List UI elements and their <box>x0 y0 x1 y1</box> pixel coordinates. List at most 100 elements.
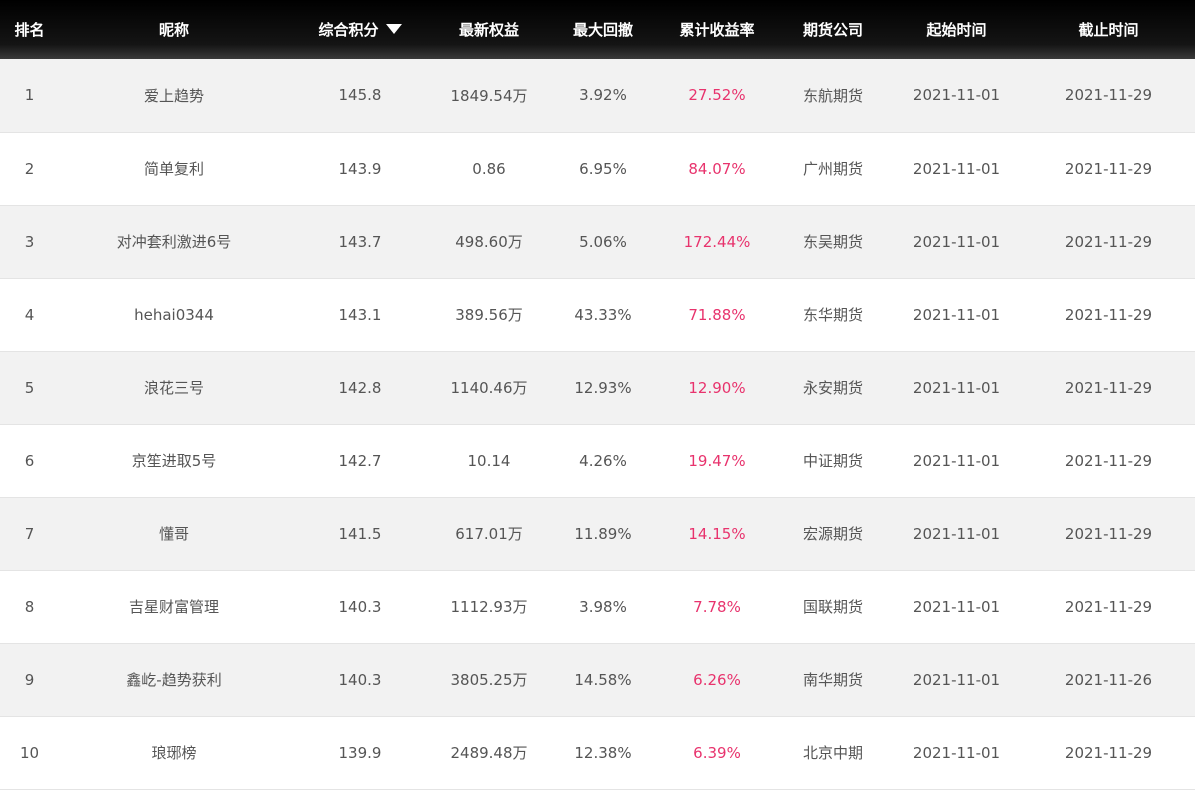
cell-start: 2021-11-01 <box>912 597 1001 616</box>
cell-return: 84.07% <box>688 159 746 178</box>
cell-company: 中证期货 <box>802 452 863 470</box>
cell-nickname[interactable]: 浪花三号 <box>59 351 289 424</box>
cell-drawdown: 3.92% <box>579 86 627 105</box>
cell-rank: 5 <box>24 378 35 397</box>
cell-equity: 2489.48万 <box>450 744 528 762</box>
cell-drawdown: 12.38% <box>574 743 632 762</box>
cell-equity: 1849.54万 <box>450 86 528 105</box>
cell-drawdown: 4.26% <box>579 451 627 470</box>
cell-drawdown: 12.93% <box>574 378 632 397</box>
cell-equity: 389.56万 <box>455 306 523 324</box>
cell-end: 2021-11-29 <box>1064 524 1153 543</box>
cell-equity: 1112.93万 <box>450 598 528 616</box>
cell-score: 142.8 <box>338 378 382 397</box>
cell-drawdown: 6.95% <box>579 159 627 178</box>
cell-end: 2021-11-29 <box>1064 159 1153 178</box>
cell-score: 143.9 <box>338 159 382 178</box>
cell-score: 143.7 <box>338 232 382 251</box>
cell-rank: 1 <box>24 86 35 105</box>
table-row[interactable]: 9 鑫屹-趋势获利 140.3 3805.25万 14.58% 6.26% 南华期货 2021… <box>0 643 1195 716</box>
cell-score: 145.8 <box>338 86 382 105</box>
cell-score: 139.9 <box>338 743 382 762</box>
col-header-nickname[interactable]: 昵称 <box>59 0 289 59</box>
col-header-score-label: 综合积分 <box>318 21 379 39</box>
cell-return: 6.39% <box>693 743 741 762</box>
table-row[interactable]: 2 简单复利 143.9 0.86 6.95% 84.07% 广州期货 2021-11-01 2… <box>0 132 1195 205</box>
cell-nickname[interactable]: 吉星财富管理 <box>59 570 289 643</box>
table-row[interactable]: 8 吉星财富管理 140.3 1112.93万 3.98% 7.78% 国联期货 2021-1… <box>0 570 1195 643</box>
cell-score: 140.3 <box>338 670 382 689</box>
cell-nickname[interactable]: 简单复利 <box>59 132 289 205</box>
cell-nickname[interactable]: 京笙进取5号 <box>59 424 289 497</box>
cell-end: 2021-11-29 <box>1064 378 1153 397</box>
cell-company: 北京中期 <box>802 744 863 762</box>
cell-nickname[interactable]: 鑫屹-趋势获利 <box>59 643 289 716</box>
table-row[interactable]: 5 浪花三号 142.8 1140.46万 12.93% 12.90% 永安期货 2021-1… <box>0 351 1195 424</box>
cell-equity: 617.01万 <box>455 525 523 543</box>
cell-start: 2021-11-01 <box>912 305 1001 324</box>
table-row[interactable]: 4 hehai0344 143.1 389.56万 43.33% 71.88% 东华期货 20… <box>0 278 1195 351</box>
cell-drawdown: 5.06% <box>579 232 627 251</box>
table-row[interactable]: 7 懂哥 141.5 617.01万 11.89% 14.15% 宏源期货 2021-11-0… <box>0 497 1195 570</box>
cell-return: 6.26% <box>693 670 741 689</box>
cell-rank: 8 <box>24 597 35 616</box>
cell-score: 142.7 <box>338 451 382 470</box>
cell-drawdown: 11.89% <box>574 524 632 543</box>
col-header-drawdown[interactable]: 最大回撤 <box>547 0 659 59</box>
cell-return: 27.52% <box>688 86 746 105</box>
cell-return: 12.90% <box>688 378 746 397</box>
cell-rank: 6 <box>24 451 35 470</box>
cell-score: 141.5 <box>338 524 382 543</box>
cell-return: 71.88% <box>688 305 746 324</box>
cell-return: 172.44% <box>683 232 751 251</box>
cell-company: 东吴期货 <box>802 233 863 251</box>
cell-rank: 2 <box>24 159 35 178</box>
cell-rank: 9 <box>24 670 35 689</box>
col-header-start[interactable]: 起始时间 <box>891 0 1022 59</box>
cell-equity: 498.60万 <box>455 233 523 251</box>
cell-nickname[interactable]: 琅琊榜 <box>59 716 289 789</box>
cell-nickname[interactable]: 爱上趋势 <box>59 59 289 132</box>
col-header-company[interactable]: 期货公司 <box>775 0 891 59</box>
caret-down-icon[interactable] <box>385 24 402 34</box>
cell-start: 2021-11-01 <box>912 670 1001 689</box>
cell-equity: 0.86 <box>472 159 506 178</box>
table-row[interactable]: 10 琅琊榜 139.9 2489.48万 12.38% 6.39% 北京中期 2021-11… <box>0 716 1195 789</box>
table-header: 排名 昵称 综合积分 最新权益 最大回撤 累计收益率 期货公司 起始时间 截止时… <box>0 0 1195 59</box>
cell-return: 14.15% <box>688 524 746 543</box>
cell-company: 广州期货 <box>802 160 863 178</box>
col-header-equity[interactable]: 最新权益 <box>431 0 547 59</box>
cell-end: 2021-11-29 <box>1064 743 1153 762</box>
cell-rank: 4 <box>24 305 35 324</box>
col-header-return[interactable]: 累计收益率 <box>659 0 775 59</box>
cell-score: 140.3 <box>338 597 382 616</box>
table-row[interactable]: 1 爱上趋势 145.8 1849.54万 3.92% 27.52% 东航期货 2021-11… <box>0 59 1195 132</box>
cell-return: 19.47% <box>688 451 746 470</box>
cell-start: 2021-11-01 <box>912 743 1001 762</box>
cell-start: 2021-11-01 <box>912 524 1001 543</box>
cell-end: 2021-11-29 <box>1064 232 1153 251</box>
cell-rank: 7 <box>24 524 35 543</box>
col-header-score[interactable]: 综合积分 <box>289 0 431 59</box>
cell-nickname[interactable]: hehai0344 <box>59 278 289 351</box>
cell-equity: 10.14 <box>467 451 511 470</box>
cell-company: 永安期货 <box>802 379 863 397</box>
cell-company: 东华期货 <box>802 306 863 324</box>
cell-nickname[interactable]: 对冲套利激进6号 <box>59 205 289 278</box>
table-row[interactable]: 3 对冲套利激进6号 143.7 498.60万 5.06% 172.44% 东吴期货 202… <box>0 205 1195 278</box>
cell-nickname[interactable]: 懂哥 <box>59 497 289 570</box>
cell-company: 南华期货 <box>802 671 863 689</box>
col-header-rank[interactable]: 排名 <box>0 0 59 59</box>
cell-drawdown: 14.58% <box>574 670 632 689</box>
cell-start: 2021-11-01 <box>912 159 1001 178</box>
cell-start: 2021-11-01 <box>912 86 1001 105</box>
cell-equity: 3805.25万 <box>450 671 528 689</box>
cell-rank: 3 <box>24 232 35 251</box>
cell-rank: 10 <box>19 743 40 762</box>
cell-equity: 1140.46万 <box>450 379 528 397</box>
table-row[interactable]: 6 京笙进取5号 142.7 10.14 4.26% 19.47% 中证期货 2021-11-… <box>0 424 1195 497</box>
col-header-end[interactable]: 截止时间 <box>1022 0 1195 59</box>
cell-company: 东航期货 <box>802 86 863 105</box>
cell-drawdown: 43.33% <box>574 305 632 324</box>
cell-end: 2021-11-29 <box>1064 451 1153 470</box>
